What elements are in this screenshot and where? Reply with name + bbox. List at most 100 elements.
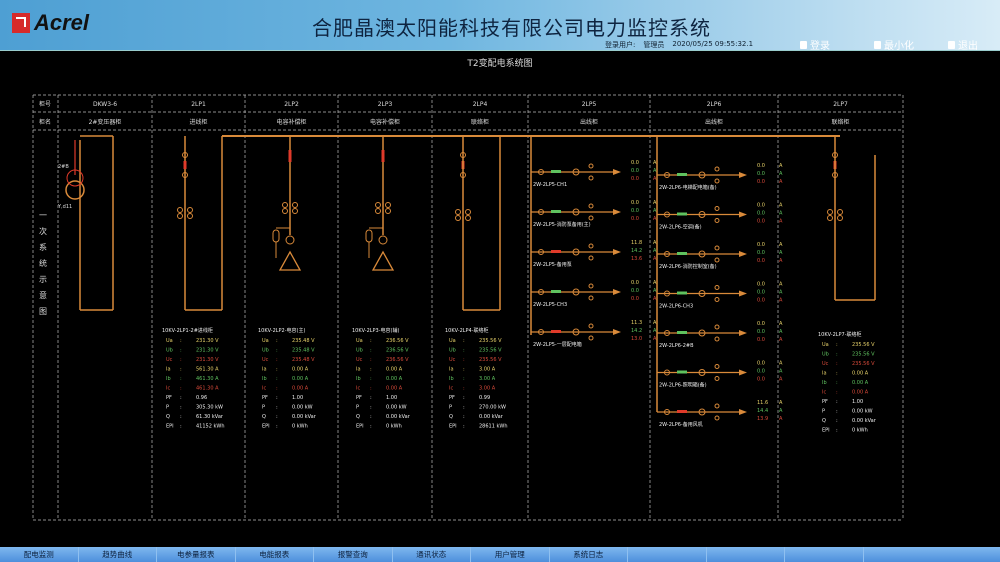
meter-param-value: 0.00 kW: [292, 405, 313, 411]
meter-param-label: Ib: [356, 376, 361, 382]
meter-param-value: 3.00 A: [479, 376, 496, 382]
ct-icon: [827, 209, 833, 215]
meter-colon: :: [276, 386, 278, 392]
switch-state-icon: [551, 290, 561, 293]
feeder-label: 2W-2LP5-CH1: [533, 182, 567, 188]
meter-param-value: 0.00 A: [292, 376, 309, 382]
feeder-unit: A: [779, 416, 783, 422]
arrow-icon: [613, 169, 621, 175]
arrow-icon: [739, 211, 747, 218]
feeder-current: 0.0: [631, 160, 639, 166]
feeder-label: 2W-2LP5-CH3: [533, 302, 567, 308]
meter-colon: :: [180, 424, 182, 430]
capacitor-icon: [278, 250, 302, 271]
cabinet-id: 2LP3: [378, 101, 393, 108]
feeder-current: 0.0: [757, 361, 765, 367]
cabinet-name: 联络柜: [831, 118, 849, 126]
meter-title: 10KV-2LP7-联络柜: [818, 331, 862, 338]
arrow-icon: [739, 290, 747, 297]
meter-param-label: Q: [262, 414, 266, 420]
meter-param-label: P: [449, 405, 452, 411]
meter-param-label: Ua: [262, 338, 269, 344]
ct-icon: [465, 209, 471, 215]
nav-comm-status[interactable]: 通讯状态: [393, 547, 471, 562]
switch-state-icon: [551, 170, 561, 173]
meter-param-label: Ia: [166, 367, 171, 373]
meter-param-label: EPI: [822, 428, 830, 434]
meter-colon: :: [276, 367, 278, 373]
meter-param-label: P: [166, 405, 169, 411]
cabinet-id: 2LP2: [284, 101, 299, 108]
meter-colon: :: [276, 338, 278, 344]
meter-colon: :: [836, 409, 838, 415]
meter-param-label: Ia: [449, 367, 454, 373]
side-label: 一次系统示意图: [38, 208, 48, 320]
meter-param-label: Uc: [449, 357, 456, 363]
meter-colon: :: [463, 405, 465, 411]
arrow-icon: [613, 329, 621, 335]
meter-param-label: Ia: [356, 367, 361, 373]
feeder-label: 2W-2LP5-备用泵: [533, 261, 572, 268]
cabinet-name: 2#变压器柜: [89, 118, 122, 126]
meter-colon: :: [836, 371, 838, 377]
nav-param-report[interactable]: 电参量报表: [157, 547, 236, 562]
meter-colon: :: [836, 352, 838, 358]
meter-param-value: 0.00 A: [386, 376, 403, 382]
arrow-icon: [613, 249, 621, 255]
ct-icon: [375, 202, 381, 208]
nav-alarm[interactable]: 报警查询: [314, 547, 393, 562]
feeder-current: 0.0: [757, 337, 765, 343]
ct-icon: [714, 245, 720, 251]
row-label-cabinet-name: 柜名: [39, 118, 51, 126]
feeder-current: 0.0: [757, 250, 765, 256]
meter-param-value: 0 kWh: [386, 424, 402, 430]
side-label-char: 示: [39, 275, 47, 284]
meter-param-value: 0.00 A: [852, 390, 869, 396]
feeder-current: 14.4: [757, 408, 768, 414]
ct-icon: [588, 295, 594, 301]
nav-monitor[interactable]: 配电监测: [0, 547, 79, 562]
feeder-current: 13.6: [631, 256, 642, 262]
transformer-label: 2#B: [58, 164, 69, 170]
meter-param-label: Uc: [262, 357, 269, 363]
nav-energy-report[interactable]: 电能报表: [236, 547, 314, 562]
feeder-label: 2W-2LP6-消防控制室(备): [659, 263, 717, 270]
meter-param-value: 235.56 V: [852, 352, 875, 358]
feeder-label: 2W-2LP6-CH3: [659, 304, 693, 310]
feeder-current: 0.0: [631, 280, 639, 286]
meter-param-value: 235.48 V: [292, 338, 315, 344]
transformer-label: Y,d11: [57, 204, 72, 210]
meter-param-value: 0.00 kVar: [386, 414, 411, 420]
meter-colon: :: [276, 424, 278, 430]
cabinet-name: 联络柜: [471, 118, 489, 126]
meter-colon: :: [463, 414, 465, 420]
meter-colon: :: [370, 376, 372, 382]
meter-param-value: 236.56 V: [386, 348, 409, 354]
meter-param-value: 1.00: [852, 399, 863, 405]
switch-closed-icon: [183, 161, 187, 169]
feeder-unit: A: [779, 211, 783, 217]
meter-param-label: Q: [166, 414, 170, 420]
meter-colon: :: [463, 367, 465, 373]
arrow-icon: [739, 251, 747, 257]
meter-param-value: 0.00 A: [292, 386, 309, 392]
nav-trend[interactable]: 趋势曲线: [79, 547, 157, 562]
meter-param-label: Uc: [166, 357, 173, 363]
meter-param-value: 235.48 V: [292, 348, 315, 354]
arrow-icon: [739, 409, 747, 415]
meter-colon: :: [180, 376, 182, 382]
cabinet-name: 进线柜: [189, 118, 207, 126]
feeder-unit: A: [779, 242, 783, 248]
nav-system-log[interactable]: 系统日志: [550, 547, 628, 562]
feeder-current: 14.2: [631, 248, 642, 254]
meter-param-value: 305.30 kW: [196, 405, 223, 411]
meter-colon: :: [463, 395, 465, 401]
capacitor-icon: [371, 250, 395, 271]
meter-colon: :: [370, 357, 372, 363]
nav-user-mgmt[interactable]: 用户管理: [471, 547, 550, 562]
nav-empty: [864, 547, 943, 562]
feeder-current: 0.0: [631, 208, 639, 214]
nav-empty: [628, 547, 707, 562]
feeder-unit: A: [779, 377, 783, 383]
meter-colon: :: [276, 357, 278, 363]
